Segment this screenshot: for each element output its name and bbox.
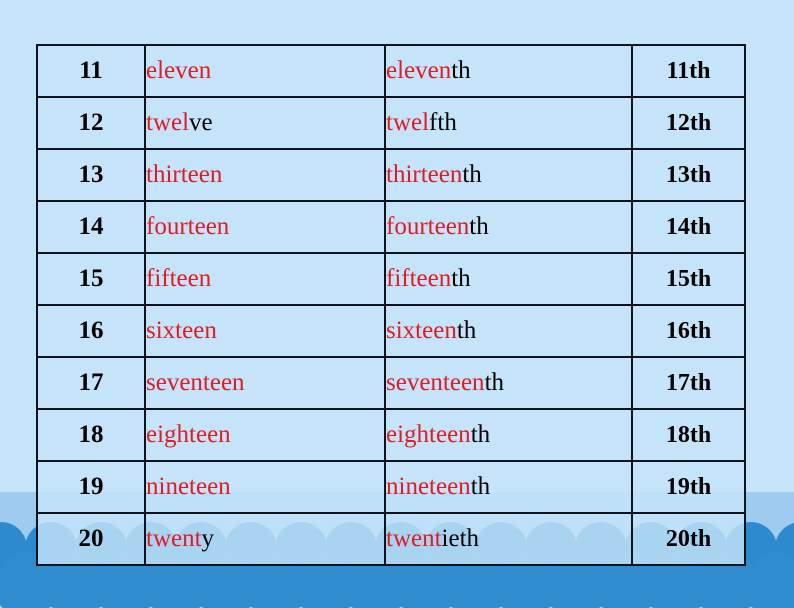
cardinal-word-stem: thirteen — [146, 161, 223, 188]
cardinal-word-cell: eighteen — [144, 408, 386, 462]
ordinal-word-stem: fourteen — [386, 213, 470, 240]
cardinal-number-cell: 20 — [36, 512, 146, 566]
cardinal-word-cell: sixteen — [144, 304, 386, 358]
numbers-table: 11 eleven eleventh 11th 12 twelve twelfth 12th 1… — [36, 44, 746, 566]
ordinal-word-cell: fifteenth — [384, 252, 633, 306]
ordinal-word-stem: thirteen — [386, 161, 463, 188]
cardinal-number-cell: 11 — [36, 44, 146, 98]
ordinal-number-cell: 14th — [631, 200, 746, 254]
ordinal-word-cell: sixteenth — [384, 304, 633, 358]
cardinal-number-cell: 19 — [36, 460, 146, 514]
ordinal-number-cell: 16th — [631, 304, 746, 358]
ordinal-number-cell: 19th — [631, 460, 746, 514]
ordinal-number-cell: 15th — [631, 252, 746, 306]
cardinal-word-cell: fifteen — [144, 252, 386, 306]
cardinal-word-stem: fourteen — [146, 213, 230, 240]
table-row: 16 sixteen sixteenth 16th — [36, 304, 746, 358]
ordinal-word-stem: twel — [386, 109, 430, 136]
ordinal-word-suffix: fth — [429, 109, 457, 136]
table-row: 12 twelve twelfth 12th — [36, 96, 746, 150]
ordinal-word-stem: fifteen — [386, 265, 452, 292]
cardinal-word-stem: eighteen — [146, 421, 231, 448]
ordinal-word-cell: eleventh — [384, 44, 633, 98]
cardinal-word-cell: nineteen — [144, 460, 386, 514]
cardinal-word-cell: fourteen — [144, 200, 386, 254]
ordinal-number-cell: 17th — [631, 356, 746, 410]
ordinal-word-suffix: th — [462, 161, 482, 188]
table-row: 11 eleven eleventh 11th — [36, 44, 746, 98]
table-row: 20 twenty twentieth 20th — [36, 512, 746, 566]
cardinal-word-cell: seventeen — [144, 356, 386, 410]
numbers-table-container: 11 eleven eleventh 11th 12 twelve twelfth 12th 1… — [36, 44, 746, 566]
cardinal-word-cell: twenty — [144, 512, 386, 566]
ordinal-word-stem: eighteen — [386, 421, 471, 448]
ordinal-word-suffix: th — [451, 265, 471, 292]
ordinal-word-suffix: th — [469, 213, 489, 240]
cardinal-word-stem: nineteen — [146, 473, 231, 500]
cardinal-word-suffix: ve — [189, 109, 213, 136]
ordinal-word-suffix: th — [470, 473, 491, 500]
ordinal-word-suffix: th — [470, 421, 491, 448]
ordinal-word-cell: twelfth — [384, 96, 633, 150]
cardinal-number-cell: 12 — [36, 96, 146, 150]
table-row: 19 nineteen nineteenth 19th — [36, 460, 746, 514]
cardinal-word-stem: sixteen — [146, 317, 217, 344]
table-row: 18 eighteen eighteenth 18th — [36, 408, 746, 462]
ordinal-word-cell: nineteenth — [384, 460, 633, 514]
table-row: 15 fifteen fifteenth 15th — [36, 252, 746, 306]
cardinal-number-cell: 16 — [36, 304, 146, 358]
table-row: 17 seventeen seventeenth 17th — [36, 356, 746, 410]
ordinal-word-suffix: ieth — [441, 525, 480, 552]
ordinal-word-stem: twent — [386, 525, 442, 552]
ordinal-word-stem: eleven — [386, 57, 452, 84]
ordinal-number-cell: 18th — [631, 408, 746, 462]
cardinal-word-stem: fifteen — [146, 265, 212, 292]
cardinal-number-cell: 15 — [36, 252, 146, 306]
ordinal-word-stem: sixteen — [386, 317, 457, 344]
cardinal-word-cell: thirteen — [144, 148, 386, 202]
ordinal-number-cell: 12th — [631, 96, 746, 150]
ordinal-word-suffix: th — [484, 369, 505, 396]
cardinal-word-stem: twent — [146, 525, 202, 552]
ordinal-word-cell: twentieth — [384, 512, 633, 566]
cardinal-word-stem: eleven — [146, 57, 212, 84]
cardinal-word-cell: eleven — [144, 44, 386, 98]
cardinal-word-suffix: y — [201, 525, 215, 552]
ordinal-word-cell: eighteenth — [384, 408, 633, 462]
ordinal-number-cell: 11th — [631, 44, 746, 98]
ordinal-word-suffix: th — [451, 57, 471, 84]
numbers-table-body: 11 eleven eleventh 11th 12 twelve twelfth 12th 1… — [36, 44, 746, 566]
ordinal-word-stem: seventeen — [386, 369, 485, 396]
cardinal-word-stem: twel — [146, 109, 190, 136]
ordinal-word-suffix: th — [456, 317, 477, 344]
ordinal-word-cell: seventeenth — [384, 356, 633, 410]
cardinal-number-cell: 17 — [36, 356, 146, 410]
ordinal-word-stem: nineteen — [386, 473, 471, 500]
cardinal-word-cell: twelve — [144, 96, 386, 150]
cardinal-number-cell: 18 — [36, 408, 146, 462]
table-row: 14 fourteen fourteenth 14th — [36, 200, 746, 254]
cardinal-word-stem: seventeen — [146, 369, 245, 396]
cardinal-number-cell: 14 — [36, 200, 146, 254]
ordinal-number-cell: 20th — [631, 512, 746, 566]
ordinal-number-cell: 13th — [631, 148, 746, 202]
ordinal-word-cell: thirteenth — [384, 148, 633, 202]
dome-shape — [750, 552, 794, 608]
cardinal-number-cell: 13 — [36, 148, 146, 202]
table-row: 13 thirteen thirteenth 13th — [36, 148, 746, 202]
ordinal-word-cell: fourteenth — [384, 200, 633, 254]
